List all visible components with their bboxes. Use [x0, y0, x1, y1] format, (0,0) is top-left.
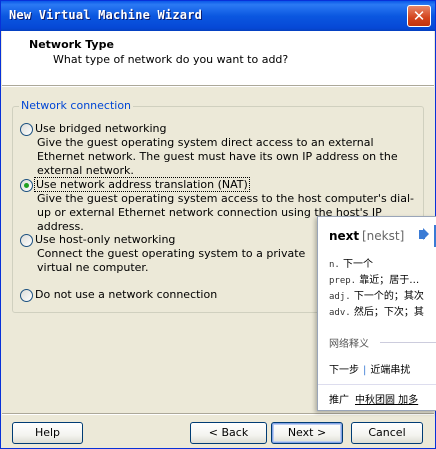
dict-def-row: prep. 靠近；居于… [329, 271, 419, 286]
back-button[interactable]: < Back [190, 422, 267, 444]
footer-divider [2, 413, 434, 415]
dict-web-term[interactable]: 近端串扰 [370, 365, 410, 376]
close-button[interactable]: ✕ [407, 5, 431, 27]
dict-footer-divider [318, 384, 436, 385]
dict-web-terms: 下一步 | 近端串扰 [329, 365, 411, 376]
dict-def-row: n. 下一个 [329, 255, 373, 270]
dict-def-pos: n. [329, 260, 340, 270]
dict-def-pos: adv. [329, 308, 351, 318]
dict-ad-row: 推广 中秋团圆 加多 [329, 391, 418, 406]
title-bar[interactable]: New Virtual Machine Wizard ✕ [1, 1, 435, 31]
group-legend: Network connection [19, 99, 134, 112]
option-label-bridged[interactable]: Use bridged networking [35, 122, 167, 135]
dict-word: next [329, 229, 360, 243]
dict-section-divider [380, 342, 436, 343]
dict-ad-label: 推广 [329, 395, 349, 406]
dictionary-popup: next [nekst] n. 下一个 prep. 靠近；居于… adj. 下一… [317, 216, 436, 411]
wizard-window: New Virtual Machine Wizard ✕ Network Typ… [0, 0, 436, 449]
dict-def-pos: prep. [329, 276, 357, 286]
dict-phonetic: [nekst] [362, 229, 405, 243]
dict-def-text: 下一个的；其次 [353, 291, 424, 302]
radio-nat[interactable] [20, 179, 33, 192]
dict-web-term[interactable]: 下一步 [329, 365, 359, 376]
option-desc-bridged: Give the guest operating system direct a… [37, 136, 398, 177]
window-title: New Virtual Machine Wizard [9, 8, 203, 22]
wizard-header: Network Type What type of network do you… [2, 31, 434, 85]
option-desc-host-only: Connect the guest operating system to a … [37, 247, 306, 274]
option-label-no-network[interactable]: Do not use a network connection [35, 288, 217, 301]
dict-section-label: 网络释义 [329, 339, 369, 350]
next-button[interactable]: Next > [271, 422, 343, 444]
radio-bridged[interactable] [20, 123, 33, 136]
dict-def-text: 靠近；居于… [359, 275, 420, 286]
option-label-host-only[interactable]: Use host-only networking [35, 233, 175, 246]
speaker-icon[interactable] [419, 228, 429, 240]
header-divider [2, 85, 434, 87]
dict-def-text: 然后；下次；其 [353, 307, 424, 318]
radio-no-network[interactable] [20, 289, 33, 302]
dict-ad-link[interactable]: 中秋团圆 加多 [355, 395, 418, 406]
help-button[interactable]: Help [12, 422, 83, 444]
dict-def-pos: adj. [329, 292, 351, 302]
dict-def-text: 下一个 [343, 259, 374, 270]
option-label-nat[interactable]: Use network address translation (NAT) [34, 177, 250, 192]
page-subtitle: What type of network do you want to add? [53, 53, 289, 66]
dict-def-row: adv. 然后；下次；其 [329, 303, 424, 318]
radio-host-only[interactable] [20, 234, 33, 247]
close-icon: ✕ [412, 7, 426, 25]
dict-def-row: adj. 下一个的；其次 [329, 287, 424, 302]
cancel-button[interactable]: Cancel [351, 422, 423, 444]
page-title: Network Type [29, 38, 114, 51]
